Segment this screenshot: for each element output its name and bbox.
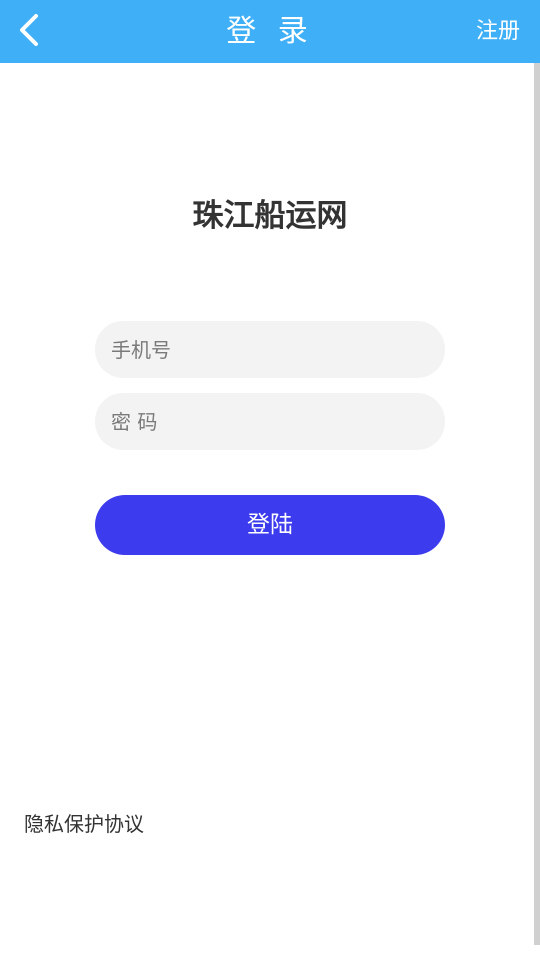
login-button[interactable]: 登陆: [95, 495, 445, 555]
page-title: 登 录: [226, 14, 314, 49]
register-link[interactable]: 注册: [476, 0, 520, 63]
app-name-heading: 珠江船运网: [192, 198, 348, 234]
password-input[interactable]: [95, 393, 445, 450]
phone-input[interactable]: [95, 321, 445, 378]
top-nav-bar: 登 录 注册: [0, 0, 540, 63]
privacy-policy-link[interactable]: 隐私保护协议: [24, 808, 144, 837]
